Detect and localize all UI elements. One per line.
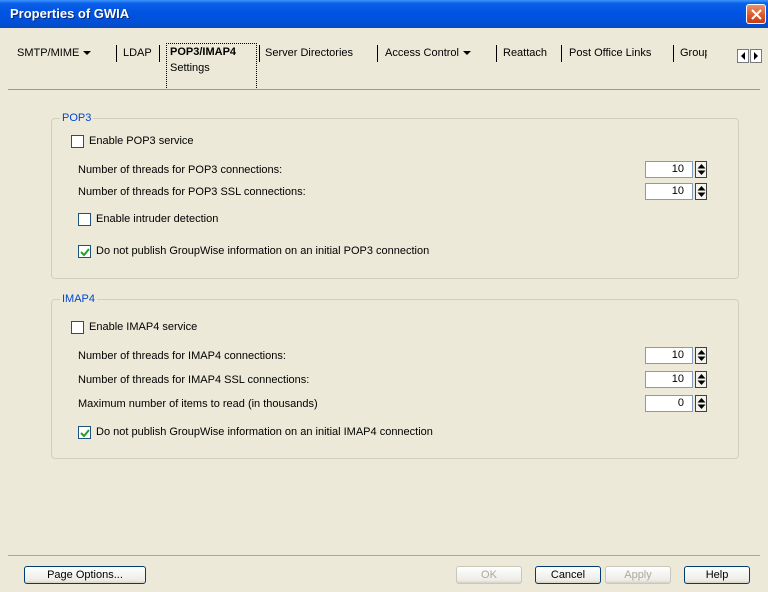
spin-buttons[interactable] — [695, 183, 707, 200]
page-options-button[interactable]: Page Options... — [24, 566, 146, 584]
pop3-ssl-threads-field[interactable]: 10 — [645, 183, 693, 200]
spin-buttons[interactable] — [695, 395, 707, 412]
pop3-intruder-label: Enable intruder detection — [96, 213, 219, 225]
tab-post-office-links[interactable]: Post Office Links — [569, 45, 651, 61]
chevron-down-icon — [83, 51, 92, 56]
imap4-max-items-label: Maximum number of items to read (in thou… — [78, 398, 318, 410]
window-title: Properties of GWIA — [10, 6, 130, 21]
tab-separator — [496, 45, 497, 62]
tab-pop3-imap4[interactable]: POP3/IMAP4 Settings — [166, 43, 257, 90]
spin-up-icon — [697, 350, 706, 355]
checkmark-icon — [80, 429, 90, 438]
pop3-group-title: POP3 — [60, 112, 94, 124]
spin-up-icon — [697, 164, 706, 169]
checkmark-icon — [80, 248, 90, 257]
tab-pop3-imap4-label: POP3/IMAP4 — [170, 46, 237, 58]
bottom-divider — [8, 555, 760, 556]
pop3-intruder-checkbox[interactable] — [78, 213, 91, 226]
imap4-no-publish-checkbox[interactable] — [78, 426, 91, 439]
tab-smtp-mime[interactable]: SMTP/MIME — [17, 45, 92, 61]
tab-separator — [116, 45, 117, 62]
imap4-enable-label: Enable IMAP4 service — [89, 321, 198, 333]
spin-up-icon — [697, 186, 706, 191]
tab-separator — [561, 45, 562, 62]
spin-up-icon — [697, 374, 706, 379]
pop3-ssl-threads-label: Number of threads for POP3 SSL connectio… — [78, 186, 306, 198]
tab-separator — [159, 45, 160, 62]
apply-button[interactable]: Apply — [605, 566, 671, 584]
spin-down-icon — [697, 356, 706, 361]
pop3-threads-label: Number of threads for POP3 connections: — [78, 164, 283, 176]
imap4-ssl-threads-label: Number of threads for IMAP4 SSL connecti… — [78, 374, 310, 386]
imap4-ssl-threads-stepper[interactable]: 10 — [645, 371, 707, 388]
pop3-enable-label: Enable POP3 service — [89, 135, 194, 147]
tab-strip: SMTP/MIME LDAP POP3/IMAP4 Settings Serve… — [0, 28, 768, 90]
imap4-threads-stepper[interactable]: 10 — [645, 347, 707, 364]
close-button[interactable] — [746, 4, 766, 24]
spin-down-icon — [697, 404, 706, 409]
tab-smtp-mime-label: SMTP/MIME — [17, 47, 80, 59]
tab-access-control[interactable]: Access Control — [385, 45, 471, 61]
tab-divider — [8, 89, 760, 90]
spin-buttons[interactable] — [695, 371, 707, 388]
ok-button[interactable]: OK — [456, 566, 522, 584]
tab-access-control-label: Access Control — [385, 47, 459, 59]
imap4-max-items-field[interactable]: 0 — [645, 395, 693, 412]
arrow-right-icon — [754, 52, 758, 60]
properties-dialog: Properties of GWIA SMTP/MIME LDAP POP3/I… — [0, 0, 768, 592]
imap4-enable-checkbox[interactable] — [71, 321, 84, 334]
pop3-enable-checkbox[interactable] — [71, 135, 84, 148]
spin-down-icon — [697, 380, 706, 385]
help-button[interactable]: Help — [684, 566, 750, 584]
tab-reattach[interactable]: Reattach — [503, 45, 547, 61]
cancel-button[interactable]: Cancel — [535, 566, 601, 584]
arrow-left-icon — [741, 52, 745, 60]
spin-buttons[interactable] — [695, 161, 707, 178]
tab-separator — [259, 45, 260, 62]
tab-ldap[interactable]: LDAP — [123, 45, 152, 61]
tab-separator — [377, 45, 378, 62]
tab-groupwise[interactable]: GroupW — [680, 45, 707, 61]
close-icon — [751, 9, 762, 20]
tab-server-directories[interactable]: Server Directories — [265, 45, 353, 61]
pop3-threads-stepper[interactable]: 10 — [645, 161, 707, 178]
imap4-max-items-stepper[interactable]: 0 — [645, 395, 707, 412]
tab-scroll-left-button[interactable] — [737, 49, 749, 63]
pop3-no-publish-checkbox[interactable] — [78, 245, 91, 258]
spin-down-icon — [697, 170, 706, 175]
imap4-ssl-threads-field[interactable]: 10 — [645, 371, 693, 388]
imap4-group-title: IMAP4 — [60, 293, 98, 305]
imap4-threads-label: Number of threads for IMAP4 connections: — [78, 350, 286, 362]
title-bar: Properties of GWIA — [0, 0, 768, 28]
imap4-threads-field[interactable]: 10 — [645, 347, 693, 364]
chevron-down-icon — [462, 51, 471, 56]
tab-pop3-imap4-settings[interactable]: Settings — [170, 59, 253, 75]
pop3-threads-field[interactable]: 10 — [645, 161, 693, 178]
pop3-ssl-threads-stepper[interactable]: 10 — [645, 183, 707, 200]
pop3-no-publish-label: Do not publish GroupWise information on … — [96, 245, 430, 257]
tab-separator — [673, 45, 674, 62]
spin-up-icon — [697, 398, 706, 403]
tab-scroll-right-button[interactable] — [750, 49, 762, 63]
spin-buttons[interactable] — [695, 347, 707, 364]
imap4-no-publish-label: Do not publish GroupWise information on … — [96, 426, 433, 438]
spin-down-icon — [697, 192, 706, 197]
